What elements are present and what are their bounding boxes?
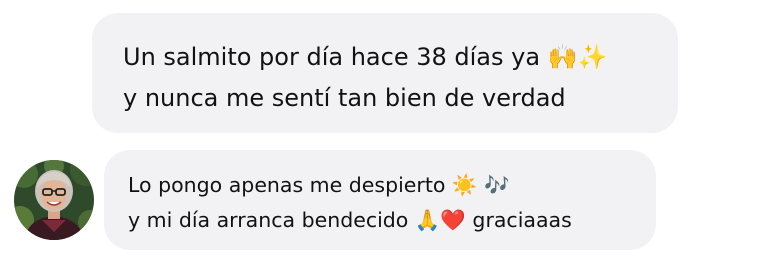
message-line: Lo pongo apenas me despierto ☀️ 🎶 [128,173,510,197]
message-line: y nunca me sentí tan bien de verdad [123,84,566,112]
message-line: y mi día arranca bendecido 🙏❤️ graciaaas [128,208,572,232]
message-line: Un salmito por día hace 38 días ya 🙌✨ [123,43,608,71]
avatar[interactable] [14,160,94,240]
message-bubble: Lo pongo apenas me despierto ☀️ 🎶 y mi d… [104,150,656,250]
message-bubble: Un salmito por día hace 38 días ya 🙌✨ y … [92,13,678,133]
woman-with-glasses-avatar [14,160,94,240]
